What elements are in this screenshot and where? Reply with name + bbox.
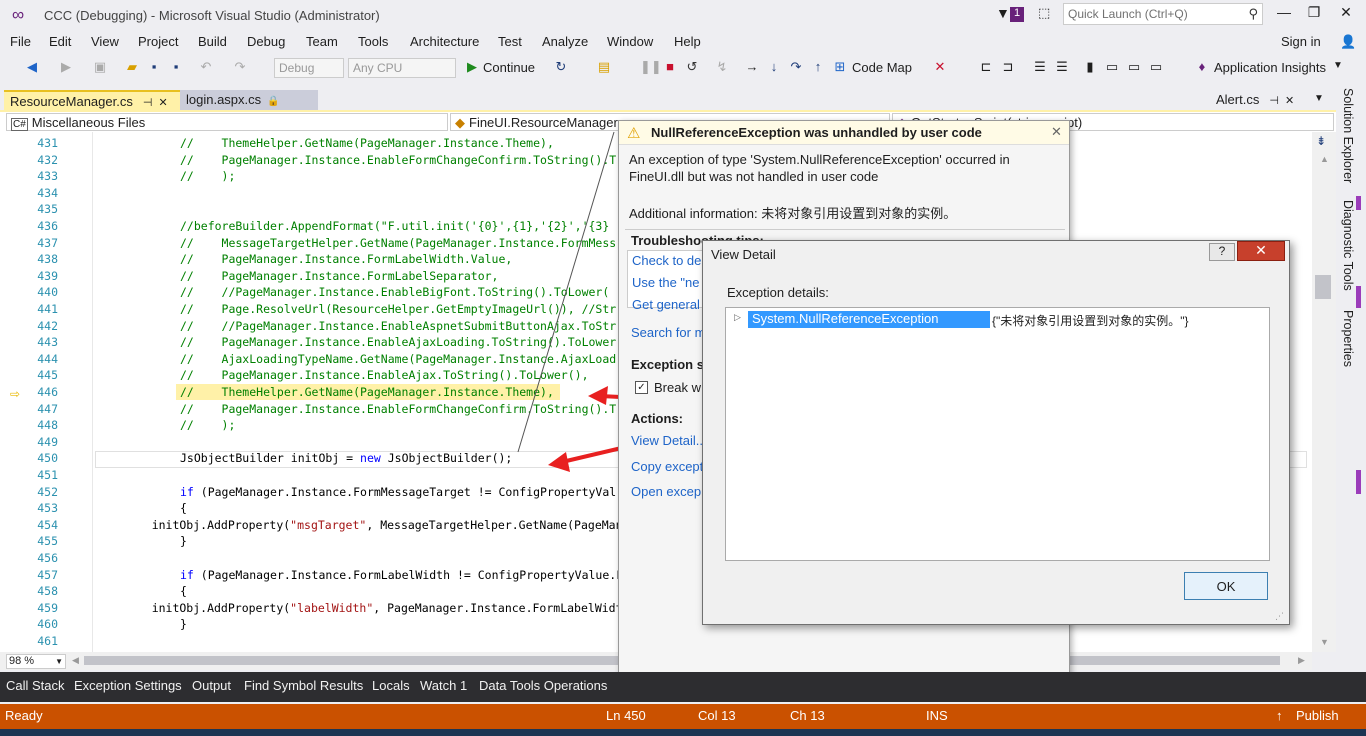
break-when-checkbox[interactable]: ✓ [635, 381, 648, 394]
status-column: Col 13 [698, 708, 736, 723]
exception-settings-heading: Exception s [631, 357, 704, 372]
scroll-marker [1356, 196, 1361, 210]
tab-locals[interactable]: Locals [372, 678, 410, 693]
zoom-dropdown[interactable]: 98 % ▼ [6, 654, 66, 669]
vertical-scrollbar[interactable]: ⇟ ▲ ▼ [1312, 132, 1336, 652]
tab-watch-1[interactable]: Watch 1 [420, 678, 467, 693]
tab-exception-settings[interactable]: Exception Settings [74, 678, 182, 693]
scroll-left-icon[interactable]: ◀ [72, 655, 79, 666]
search-online-link[interactable]: Search for m [631, 325, 705, 340]
close-icon[interactable]: ✕ [1051, 124, 1062, 140]
resize-grip-icon[interactable]: ⋰ [1275, 611, 1284, 622]
actions-heading: Actions: [631, 411, 683, 426]
tab-data-tools-operations[interactable]: Data Tools Operations [479, 678, 607, 693]
additional-information: Additional information: 未将对象引用设置到对象的实例。 [629, 206, 957, 221]
bottom-tool-tabs: Call Stack Exception Settings Output Fin… [0, 672, 1366, 702]
status-character: Ch 13 [790, 708, 825, 723]
scroll-down-icon[interactable]: ▼ [1320, 637, 1329, 647]
scrollbar-thumb[interactable] [1315, 275, 1331, 299]
exception-title: NullReferenceException was unhandled by … [651, 125, 982, 140]
view-detail-link[interactable]: View Detail... [631, 433, 707, 448]
exception-helper-header: ⚠ NullReferenceException was unhandled b… [619, 121, 1069, 145]
exception-details-tree[interactable]: ▷ System.NullReferenceException {"未将对象引用… [725, 307, 1270, 561]
tip-link[interactable]: Get general [632, 297, 700, 312]
tab-find-symbol-results[interactable]: Find Symbol Results [244, 678, 363, 693]
dialog-title: View Detail [711, 247, 776, 262]
red-arrow-1-head [588, 386, 608, 405]
windows-taskbar [0, 729, 1366, 736]
exception-details-label: Exception details: [727, 285, 829, 300]
publish-button[interactable]: Publish [1296, 708, 1339, 723]
tree-item-exception[interactable]: System.NullReferenceException [748, 311, 990, 328]
exception-value: {"未将对象引用设置到对象的实例。"} [992, 314, 1189, 328]
scroll-marker [1356, 470, 1361, 494]
ok-button[interactable]: OK [1184, 572, 1268, 600]
tab-call-stack[interactable]: Call Stack [6, 678, 65, 693]
tip-link[interactable]: Use the "ne [632, 275, 700, 290]
split-icon[interactable]: ⇟ [1316, 134, 1326, 148]
scroll-up-icon[interactable]: ▲ [1320, 154, 1329, 164]
status-ready: Ready [5, 708, 43, 723]
help-button[interactable]: ? [1209, 243, 1235, 261]
chevron-down-icon: ▼ [55, 657, 63, 666]
status-insert-mode: INS [926, 708, 948, 723]
warning-icon: ⚠ [627, 125, 641, 142]
red-arrow-2-head [548, 452, 570, 472]
exception-pointer-line [517, 131, 615, 453]
tab-diagnostic-tools[interactable]: Diagnostic Tools [1341, 200, 1355, 291]
tab-output[interactable]: Output [192, 678, 231, 693]
status-line: Ln 450 [606, 708, 646, 723]
exception-message: An exception of type 'System.NullReferen… [629, 152, 1010, 184]
tab-properties[interactable]: Properties [1341, 310, 1355, 367]
view-detail-dialog: View Detail ? ✕ Exception details: ▷ Sys… [702, 240, 1290, 625]
scroll-right-icon[interactable]: ▶ [1298, 655, 1305, 666]
dialog-close-button[interactable]: ✕ [1237, 241, 1285, 261]
publish-icon[interactable]: ↑ [1276, 708, 1283, 723]
tip-link[interactable]: Check to de [632, 253, 701, 268]
scroll-marker [1356, 286, 1361, 308]
divider [625, 229, 1065, 230]
open-exception-settings-link[interactable]: Open excep [631, 484, 701, 499]
tab-solution-explorer[interactable]: Solution Explorer [1341, 88, 1355, 183]
copy-exception-link[interactable]: Copy except [631, 459, 703, 474]
expand-icon[interactable]: ▷ [734, 312, 741, 323]
break-when-label: Break w [654, 380, 701, 395]
